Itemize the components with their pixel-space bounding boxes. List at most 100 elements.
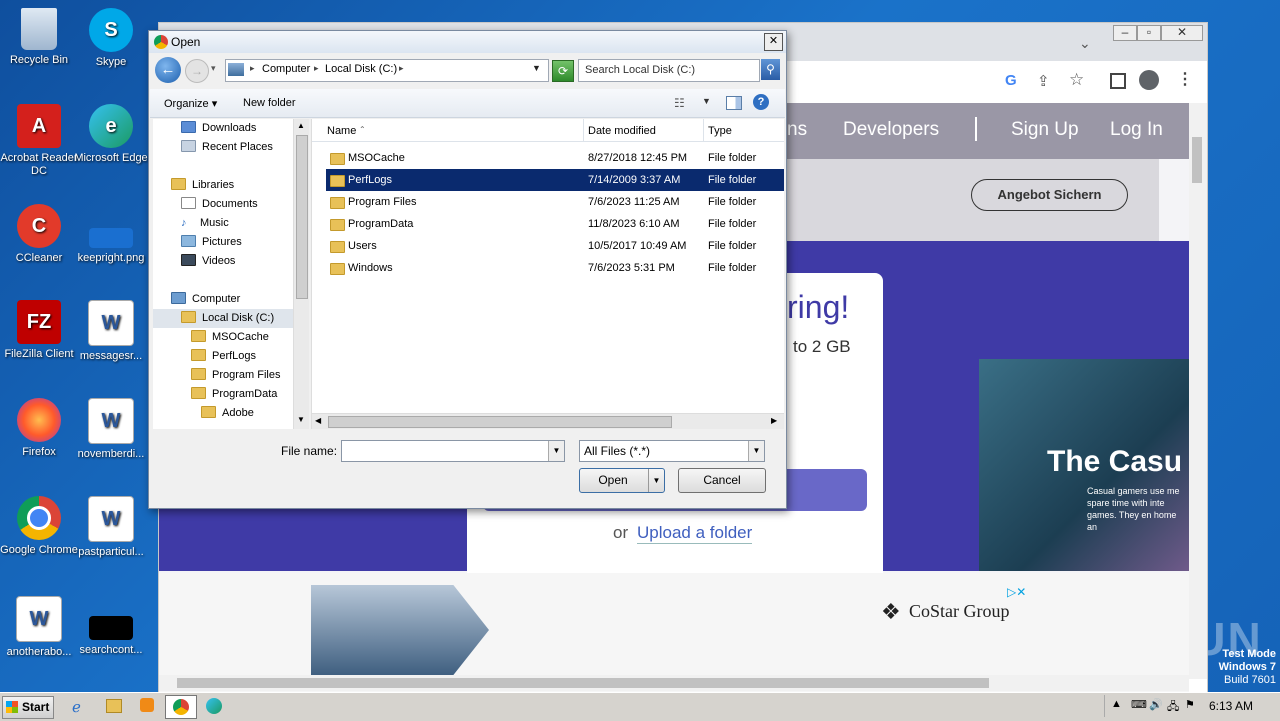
desktop-icon-filezilla[interactable]: FZ FileZilla Client xyxy=(0,300,78,361)
internet-explorer-icon[interactable]: ℯ xyxy=(72,698,81,716)
tree-item-computer[interactable]: Computer xyxy=(171,290,240,309)
file-row[interactable]: Windows 7/6/2023 5:31 PM File folder xyxy=(326,257,784,279)
google-icon[interactable]: G xyxy=(1005,72,1017,89)
column-type[interactable]: Type xyxy=(708,125,732,137)
view-dropdown-icon[interactable]: ▼ xyxy=(702,96,711,106)
side-panel-icon[interactable] xyxy=(1110,73,1126,89)
tray-expand-icon[interactable]: ▲ xyxy=(1111,698,1122,710)
open-button[interactable]: Open ▼ xyxy=(579,468,665,493)
vertical-scrollbar-thumb[interactable] xyxy=(1192,137,1202,183)
tree-item-program-files[interactable]: Program Files xyxy=(191,366,280,385)
tree-item-libraries[interactable]: Libraries xyxy=(171,176,234,195)
profile-avatar-icon[interactable] xyxy=(1139,70,1159,90)
action-center-flag-icon[interactable]: ⚑ xyxy=(1185,698,1195,711)
nav-developers[interactable]: Developers xyxy=(843,119,939,141)
desktop-icon-searchcont[interactable]: searchcont... xyxy=(72,596,150,657)
desktop-icon-anotherabo[interactable]: W anotherabo... xyxy=(0,596,78,659)
tab-search-icon[interactable]: ⌄ xyxy=(1079,35,1091,52)
chrome-taskbar-button[interactable] xyxy=(165,695,197,719)
tree-item-documents[interactable]: Documents xyxy=(181,195,258,214)
maximize-icon[interactable]: ▫ xyxy=(1137,25,1161,41)
tree-scrollbar-thumb[interactable] xyxy=(296,135,308,299)
organize-button[interactable]: Organize ▾ xyxy=(164,97,217,110)
nav-log-in[interactable]: Log In xyxy=(1110,119,1163,141)
tree-item-local-disk[interactable]: Local Disk (C:) xyxy=(153,309,293,328)
nav-item-partial[interactable]: ns xyxy=(787,119,807,141)
desktop-icon-skype[interactable]: S Skype xyxy=(72,8,150,69)
file-type-filter[interactable]: All Files (*.*) ▼ xyxy=(579,440,765,462)
cancel-button[interactable]: Cancel xyxy=(678,468,766,493)
edge-icon[interactable] xyxy=(206,698,222,714)
file-row[interactable]: MSOCache 8/27/2018 12:45 PM File folder xyxy=(326,147,784,169)
recent-locations-icon[interactable]: ▾ xyxy=(211,63,216,74)
desktop-icon-recycle-bin[interactable]: Recycle Bin xyxy=(0,8,78,67)
network-icon[interactable]: 🖧 xyxy=(1167,698,1179,717)
tree-item-downloads[interactable]: Downloads xyxy=(181,119,256,138)
desktop-icon-firefox[interactable]: Firefox xyxy=(0,398,78,459)
vertical-scrollbar[interactable] xyxy=(1189,103,1207,679)
tree-item-perflogs[interactable]: PerfLogs xyxy=(191,347,256,366)
address-dropdown-icon[interactable]: ▼ xyxy=(532,63,541,73)
desktop-icon-pastparticul[interactable]: W pastparticul... xyxy=(72,496,150,559)
tree-item-music[interactable]: ♪ Music xyxy=(181,214,229,233)
horizontal-scrollbar[interactable] xyxy=(159,675,1189,691)
refresh-icon[interactable]: ⟳ xyxy=(552,60,574,82)
file-row[interactable]: Program Files 7/6/2023 11:25 AM File fol… xyxy=(326,191,784,213)
filter-dropdown-icon[interactable]: ▼ xyxy=(748,441,764,461)
address-bar[interactable]: ▸ Computer ▸ Local Disk (C:) ▸ ▼ xyxy=(225,59,549,82)
close-window-icon[interactable]: ✕ xyxy=(1161,25,1203,41)
preview-pane-icon[interactable] xyxy=(726,96,742,110)
desktop-icon-ccleaner[interactable]: C CCleaner xyxy=(0,204,78,265)
file-name-input[interactable]: ▼ xyxy=(341,440,565,462)
file-name-dropdown-icon[interactable]: ▼ xyxy=(548,441,564,461)
angebot-sichern-button[interactable]: Angebot Sichern xyxy=(971,179,1128,211)
dialog-close-icon[interactable]: ✕ xyxy=(764,33,783,51)
explorer-icon[interactable] xyxy=(106,699,122,713)
desktop-icon-messages[interactable]: W messagesr... xyxy=(72,300,150,363)
start-button[interactable]: Start xyxy=(2,696,54,719)
tree-item-recent-places[interactable]: Recent Places xyxy=(181,138,273,157)
nav-sign-up[interactable]: Sign Up xyxy=(1011,119,1079,141)
breadcrumb-computer[interactable]: Computer xyxy=(262,63,310,75)
file-list-hscrollbar-thumb[interactable] xyxy=(328,416,672,428)
open-split-arrow-icon[interactable]: ▼ xyxy=(648,469,664,492)
keyboard-icon[interactable]: ⌨ xyxy=(1131,698,1147,711)
file-row-selected[interactable]: PerfLogs 7/14/2009 3:37 AM File folder xyxy=(326,169,784,191)
tree-scrollbar[interactable]: ▲ ▼ xyxy=(293,119,309,429)
tree-item-programdata[interactable]: ProgramData xyxy=(191,385,277,404)
share-icon[interactable]: ⇪ xyxy=(1037,72,1050,90)
tree-item-pictures[interactable]: Pictures xyxy=(181,233,242,252)
media-player-icon[interactable] xyxy=(140,698,154,712)
ad-choices-icon[interactable]: ▷✕ xyxy=(1007,585,1026,599)
file-row[interactable]: Users 10/5/2017 10:49 AM File folder xyxy=(326,235,784,257)
upload-folder-link[interactable]: Upload a folder xyxy=(637,523,753,544)
tree-item-msocache[interactable]: MSOCache xyxy=(191,328,269,347)
horizontal-scrollbar-thumb[interactable] xyxy=(177,678,989,688)
column-date-modified[interactable]: Date modified xyxy=(588,125,656,137)
desktop-icon-edge[interactable]: e Microsoft Edge xyxy=(72,104,150,165)
volume-icon[interactable]: 🔊 xyxy=(1149,698,1163,711)
scroll-left-icon[interactable]: ◀ xyxy=(315,416,321,425)
file-row[interactable]: ProgramData 11/8/2023 6:10 AM File folde… xyxy=(326,213,784,235)
back-arrow-icon[interactable]: ← xyxy=(155,57,181,83)
minimize-icon[interactable]: – xyxy=(1113,25,1137,41)
file-list-hscrollbar[interactable]: ◀ ▶ xyxy=(312,413,784,429)
tree-item-videos[interactable]: Videos xyxy=(181,252,235,271)
scroll-right-icon[interactable]: ▶ xyxy=(771,416,777,425)
breadcrumb-local-disk[interactable]: Local Disk (C:) xyxy=(325,63,397,75)
column-name[interactable]: Name xyxy=(327,125,356,137)
desktop-icon-acrobat[interactable]: A Acrobat Reader DC xyxy=(0,104,78,178)
menu-kebab-icon[interactable]: ⋮ xyxy=(1177,69,1193,89)
clock[interactable]: 6:13 AM xyxy=(1209,699,1253,713)
new-folder-button[interactable]: New folder xyxy=(243,97,296,109)
search-icon[interactable]: ⚲ xyxy=(761,59,780,80)
forward-arrow-icon[interactable]: → xyxy=(185,59,209,83)
view-options-icon[interactable]: ☷ xyxy=(674,96,685,110)
help-icon[interactable]: ? xyxy=(753,94,769,110)
bookmark-star-icon[interactable]: ☆ xyxy=(1069,70,1084,90)
desktop-icon-keepright[interactable]: keepright.png xyxy=(72,204,150,265)
dialog-titlebar[interactable]: Open ✕ xyxy=(149,31,786,53)
tree-item-adobe[interactable]: Adobe xyxy=(201,404,254,423)
scroll-up-icon[interactable]: ▲ xyxy=(297,121,305,130)
search-field[interactable]: Search Local Disk (C:) xyxy=(578,59,760,82)
